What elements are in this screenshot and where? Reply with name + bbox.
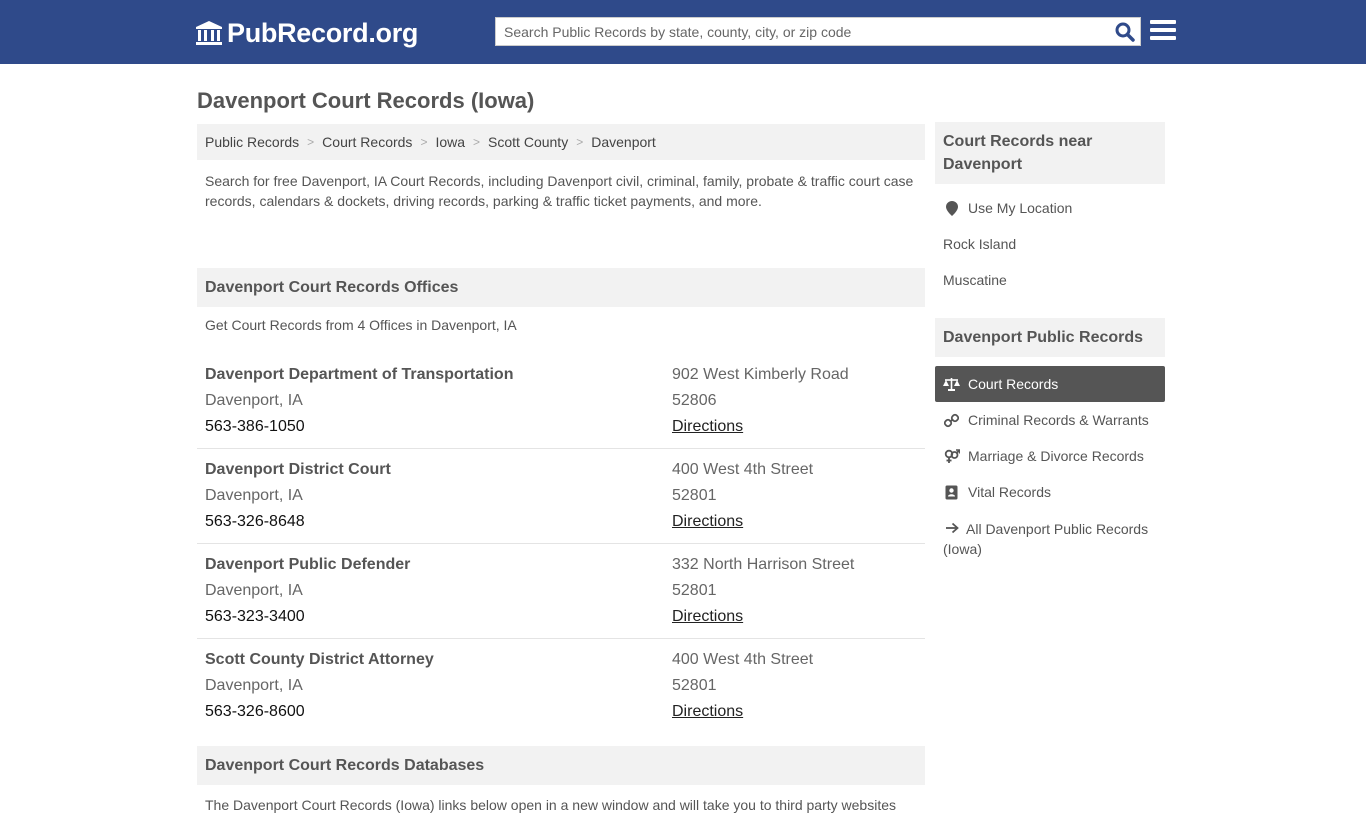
use-my-location-link[interactable]: Use My Location	[935, 190, 1165, 226]
sidebar-item-label: Criminal Records & Warrants	[968, 412, 1149, 428]
menu-bar-icon	[1150, 36, 1176, 40]
office-zip: 52801	[672, 487, 717, 504]
courthouse-icon	[196, 21, 222, 45]
offices-section-title: Davenport Court Records Offices	[197, 268, 925, 307]
public-records-section-title: Davenport Public Records	[935, 318, 1165, 357]
office-zip: 52806	[672, 392, 717, 409]
breadcrumb-davenport[interactable]: Davenport	[591, 134, 656, 150]
office-city: Davenport, IA	[205, 677, 303, 694]
hamburger-menu-button[interactable]	[1150, 18, 1176, 42]
office-phone[interactable]: 563-326-8648	[205, 509, 672, 535]
search-button[interactable]	[1110, 18, 1140, 45]
sidebar-item-court-records[interactable]: Court Records	[935, 366, 1165, 402]
directions-link[interactable]: Directions	[672, 604, 917, 630]
sidebar-item-label: Court Records	[968, 376, 1059, 392]
office-street: 400 West 4th Street	[672, 461, 814, 478]
office-street: 400 West 4th Street	[672, 651, 814, 668]
sidebar-item-label: Marriage & Divorce Records	[968, 448, 1144, 464]
office-name: Davenport Department of Transportation	[205, 366, 514, 383]
office-zip: 52801	[672, 582, 717, 599]
breadcrumb-separator: >	[473, 135, 481, 149]
office-phone[interactable]: 563-323-3400	[205, 604, 672, 630]
sidebar-item-criminal-records[interactable]: Criminal Records & Warrants	[935, 402, 1165, 438]
office-name: Davenport Public Defender	[205, 556, 411, 573]
office-phone[interactable]: 563-386-1050	[205, 414, 672, 440]
directions-link[interactable]: Directions	[672, 699, 917, 725]
nearby-city-muscatine[interactable]: Muscatine	[935, 262, 1165, 298]
offices-subtitle: Get Court Records from 4 Offices in Dave…	[205, 317, 517, 333]
office-name: Scott County District Attorney	[205, 651, 434, 668]
arrow-right-icon	[943, 522, 960, 534]
search-input[interactable]	[496, 18, 1110, 45]
page-title: Davenport Court Records (Iowa)	[197, 88, 535, 113]
breadcrumb-court-records[interactable]: Court Records	[322, 134, 412, 150]
menu-bar-icon	[1150, 20, 1176, 24]
office-entry: Scott County District Attorney Davenport…	[197, 639, 925, 734]
search-bar	[495, 17, 1141, 46]
gender-icon	[943, 448, 960, 464]
office-entry: Davenport Public Defender Davenport, IA …	[197, 544, 925, 639]
breadcrumb-iowa[interactable]: Iowa	[435, 134, 465, 150]
sidebar-item-vital-records[interactable]: Vital Records	[935, 474, 1165, 510]
link-icon	[943, 413, 960, 428]
office-entry: Davenport Department of Transportation D…	[197, 354, 925, 449]
office-city: Davenport, IA	[205, 487, 303, 504]
office-city: Davenport, IA	[205, 582, 303, 599]
site-logo[interactable]: PubRecord.org	[195, 18, 418, 48]
top-nav-bar: PubRecord.org	[0, 0, 1366, 64]
databases-intro-text: The Davenport Court Records (Iowa) links…	[205, 797, 897, 813]
office-entry: Davenport District Court Davenport, IA 5…	[197, 449, 925, 544]
breadcrumb-public-records[interactable]: Public Records	[205, 134, 299, 150]
directions-link[interactable]: Directions	[672, 414, 917, 440]
use-my-location-label: Use My Location	[968, 200, 1073, 216]
contact-book-icon	[943, 485, 960, 500]
office-street: 332 North Harrison Street	[672, 556, 855, 573]
directions-link[interactable]: Directions	[672, 509, 917, 535]
breadcrumb-separator: >	[307, 135, 315, 149]
main-content: Public Records > Court Records > Iowa > …	[197, 124, 925, 813]
menu-bar-icon	[1150, 28, 1176, 32]
office-street: 902 West Kimberly Road	[672, 366, 849, 383]
office-phone[interactable]: 563-326-8600	[205, 699, 672, 725]
office-name: Davenport District Court	[205, 461, 391, 478]
logo-text: PubRecord.org	[227, 18, 419, 48]
search-icon	[1115, 22, 1135, 42]
office-city: Davenport, IA	[205, 392, 303, 409]
office-zip: 52801	[672, 677, 717, 694]
map-marker-icon	[943, 200, 960, 216]
sidebar: Court Records near Davenport Use My Loca…	[935, 122, 1165, 559]
scales-icon	[943, 377, 960, 391]
sidebar-item-marriage-divorce[interactable]: Marriage & Divorce Records	[935, 438, 1165, 474]
breadcrumb-separator: >	[420, 135, 428, 149]
databases-section: Davenport Court Records Databases The Da…	[197, 746, 925, 813]
nearby-section-title: Court Records near Davenport	[935, 122, 1165, 184]
nearby-city-rock-island[interactable]: Rock Island	[935, 226, 1165, 262]
sidebar-item-all-public-records[interactable]: All Davenport Public Records (Iowa)	[935, 510, 1165, 559]
databases-section-title: Davenport Court Records Databases	[197, 746, 925, 785]
breadcrumb: Public Records > Court Records > Iowa > …	[197, 124, 925, 160]
breadcrumb-scott-county[interactable]: Scott County	[488, 134, 568, 150]
intro-text: Search for free Davenport, IA Court Reco…	[205, 173, 914, 209]
sidebar-item-label: Vital Records	[968, 484, 1052, 500]
sidebar-item-label: All Davenport Public Records (Iowa)	[943, 521, 1149, 557]
breadcrumb-separator: >	[576, 135, 584, 149]
